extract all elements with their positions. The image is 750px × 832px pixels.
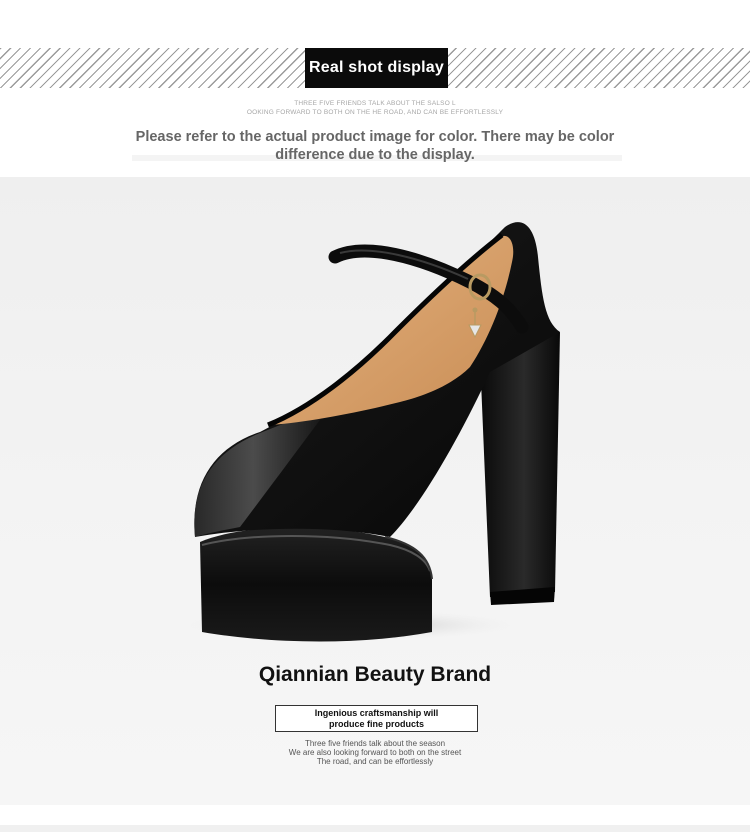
section-title-text: Real shot display [309, 59, 444, 76]
craftsmanship-tag-line-2: produce fine products [328, 718, 424, 729]
bottom-divider [0, 825, 750, 832]
brand-name: Qiannian Beauty Brand [258, 663, 492, 686]
slogan: Three five friends talk about the season… [0, 739, 750, 766]
slogan-line-2: We are also looking forward to both on t… [288, 748, 462, 757]
section-title: Real shot display [305, 48, 448, 88]
color-notice-line-2: difference due to the display. [275, 147, 475, 163]
craftsmanship-tag-line-1: Ingenious craftsmanship will [314, 707, 439, 718]
color-notice: Please refer to the actual product image… [100, 128, 650, 164]
craftsmanship-tag: Ingenious craftsmanship will produce fin… [275, 705, 478, 732]
shoe-image [175, 222, 560, 642]
header-small-caption-line-1: THREE FIVE FRIENDS TALK ABOUT THE SALSO … [294, 100, 456, 107]
header-small-caption: THREE FIVE FRIENDS TALK ABOUT THE SALSO … [200, 100, 550, 117]
header-small-caption-line-2: OOKING FORWARD TO BOTH ON THE HE ROAD, A… [246, 108, 504, 116]
color-notice-line-1: Please refer to the actual product image… [135, 129, 615, 145]
slogan-line-3: The road, and can be effortlessly [316, 757, 434, 766]
slogan-line-1: Three five friends talk about the season [304, 739, 446, 748]
